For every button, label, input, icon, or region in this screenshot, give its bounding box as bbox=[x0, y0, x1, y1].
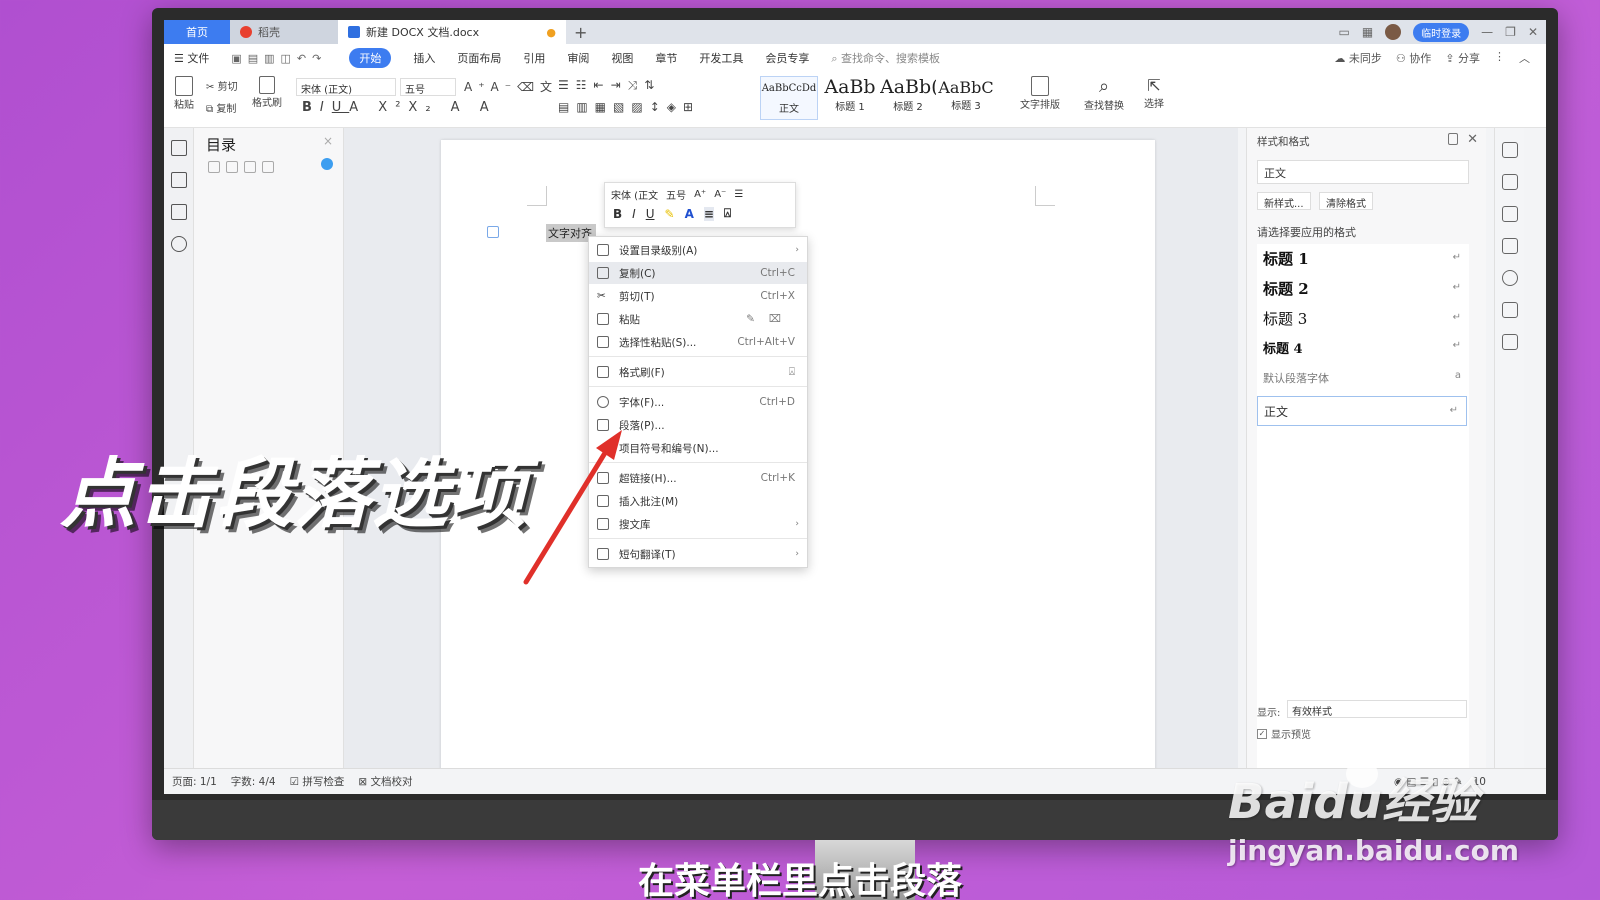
subtitle-caption: 在菜单栏里点击段落 bbox=[637, 861, 962, 900]
watermark-brand: Baidu经验 bbox=[1228, 774, 1478, 830]
arrow-shaft bbox=[523, 445, 611, 585]
headline-overlay: 点击段落选项 bbox=[60, 449, 528, 538]
arrow-head bbox=[596, 430, 622, 460]
